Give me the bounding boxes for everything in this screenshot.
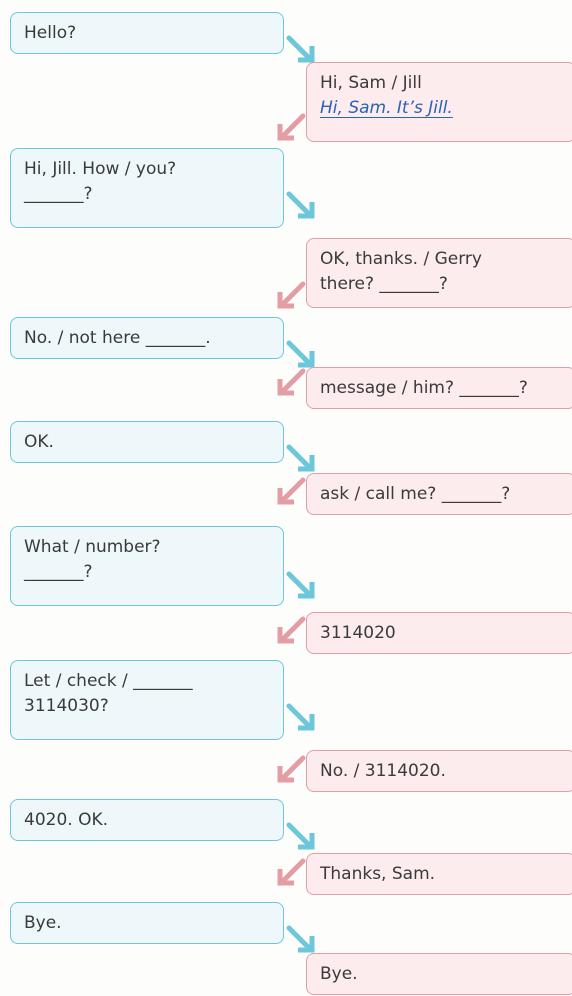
prompt-line: ask / call me? _______?: [320, 484, 511, 504]
prompt-line: 4020. OK.: [24, 810, 109, 830]
prompt-line: Hi, Jill. How / you?: [24, 159, 177, 179]
prompt-line: Thanks, Sam.: [320, 864, 436, 884]
prompt-line: No. / not here _______.: [24, 328, 211, 348]
prompt-line: _______?: [24, 184, 93, 204]
prompt-line: OK, thanks. / Gerry: [320, 249, 482, 269]
jill-prompt-box: OK, thanks. / Gerry there? _______?: [306, 238, 572, 308]
prompt-line: Hello?: [24, 23, 77, 43]
prompt-line: Bye.: [24, 913, 62, 933]
prompt-line: _______?: [24, 562, 93, 582]
jill-prompt-box: message / him? _______?: [306, 367, 572, 409]
sam-prompt-box: Hello?: [10, 12, 284, 54]
arrow-down-right-icon: [286, 444, 315, 472]
jill-prompt-box: Thanks, Sam.: [306, 853, 572, 895]
arrow-down-right-icon: [286, 703, 315, 731]
arrow-down-left-icon: [277, 755, 306, 783]
prompt-line: message / him? _______?: [320, 378, 528, 398]
prompt-line: 3114030?: [24, 696, 109, 716]
sam-prompt-box: Hi, Jill. How / you? _______?: [10, 148, 284, 228]
arrow-down-left-icon: [277, 113, 306, 141]
arrow-down-right-icon: [286, 35, 315, 63]
sam-prompt-box: Bye.: [10, 902, 284, 944]
sam-prompt-box: No. / not here _______.: [10, 317, 284, 359]
arrow-down-right-icon: [286, 822, 315, 850]
sam-prompt-box: What / number? _______?: [10, 526, 284, 606]
sam-prompt-box: 4020. OK.: [10, 799, 284, 841]
jill-prompt-box: 3114020: [306, 612, 572, 654]
arrow-down-left-icon: [277, 616, 306, 644]
sam-prompt-box: OK.: [10, 421, 284, 463]
prompt-line: there? _______?: [320, 274, 448, 294]
prompt-line: OK.: [24, 432, 54, 452]
prompt-line: 3114020: [320, 623, 396, 643]
jill-prompt-box: ask / call me? _______?: [306, 473, 572, 515]
prompt-line: No. / 3114020.: [320, 761, 446, 781]
prompt-line: Let / check / _______: [24, 671, 193, 691]
prompt-line: Bye.: [320, 964, 358, 984]
arrow-down-left-icon: [277, 477, 306, 505]
arrow-down-right-icon: [286, 925, 315, 953]
arrow-down-right-icon: [286, 191, 315, 219]
jill-prompt-box: Hi, Sam / Jill Hi, Sam. It’s Jill.: [306, 62, 572, 142]
jill-prompt-box: No. / 3114020.: [306, 750, 572, 792]
example-answer: Hi, Sam. It’s Jill.: [320, 98, 453, 118]
arrow-down-left-icon: [277, 368, 306, 396]
sam-prompt-box: Let / check / _______ 3114030?: [10, 660, 284, 740]
prompt-line: Hi, Sam / Jill: [320, 73, 422, 93]
prompt-line: What / number?: [24, 537, 161, 557]
arrow-down-left-icon: [277, 281, 306, 309]
arrow-down-left-icon: [277, 858, 306, 886]
jill-prompt-box: Bye.: [306, 953, 572, 995]
arrow-down-right-icon: [286, 571, 315, 599]
